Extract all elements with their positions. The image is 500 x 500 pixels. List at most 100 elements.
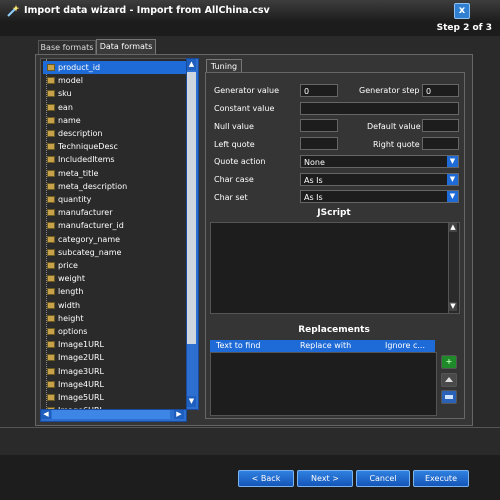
field-item[interactable]: meta_description [43,180,186,193]
field-item[interactable]: length [43,285,186,298]
tab-data-formats[interactable]: Data formats [96,39,156,54]
default-value-label: Default value [367,122,421,131]
char-case-select[interactable]: As Is [300,173,459,186]
field-item[interactable]: model [43,74,186,87]
quote-action-select[interactable]: None [300,155,459,168]
edit-icon[interactable] [441,390,457,404]
cancel-button[interactable]: Cancel [356,470,410,487]
close-button[interactable]: x [454,3,470,19]
scroll-down-arrow-icon[interactable]: ▼ [449,302,457,311]
field-icon [47,222,55,230]
field-label: Image5URL [58,393,105,402]
field-item[interactable]: manufacturer_id [43,219,186,232]
field-item[interactable]: options [43,325,186,338]
field-item[interactable]: product_id [43,61,186,74]
field-item[interactable]: Image5URL [43,391,186,404]
field-icon [47,103,55,111]
field-icon [47,156,55,164]
right-quote-field[interactable] [422,137,459,150]
chevron-down-icon[interactable]: ▼ [447,174,458,185]
field-label: sku [58,89,72,99]
generator-step-field[interactable]: 0 [422,84,459,97]
field-item[interactable]: height [43,312,186,325]
field-icon [47,394,55,401]
generator-value-field[interactable]: 0 [300,84,338,97]
field-item[interactable]: TechniqueDesc [43,140,186,153]
field-icon [47,116,55,124]
field-label: description [58,129,103,138]
field-label: manufacturer_id [58,221,124,231]
replacements-table[interactable] [210,352,437,416]
quote-action-label: Quote action [214,157,266,166]
field-icon [47,380,55,388]
next-button[interactable]: Next > [297,470,353,487]
generator-value-label: Generator value [214,86,280,95]
field-icon [47,64,55,71]
scroll-right-arrow-icon[interactable]: ▶ [174,410,184,419]
scroll-down-arrow-icon[interactable]: ▼ [187,396,196,407]
scroll-up-arrow-icon[interactable]: ▲ [187,59,196,70]
field-label: Image3URL [58,366,105,376]
field-icon [47,328,55,335]
left-quote-field[interactable] [300,137,338,150]
field-item[interactable]: meta_title [43,167,186,180]
field-label: TechniqueDesc [58,142,118,152]
vertical-scroll-thumb[interactable] [187,72,196,344]
step-indicator: Step 2 of 3 [436,23,492,33]
jscript-editor[interactable] [210,222,449,314]
column-replace-with[interactable]: Replace with [300,340,351,352]
field-item[interactable]: quantity [43,193,186,206]
scroll-up-arrow-icon[interactable]: ▲ [449,223,457,232]
horizontal-scroll-thumb[interactable] [52,410,170,419]
field-item[interactable]: Image1URL [43,338,186,351]
field-label: ean [58,102,73,112]
field-item[interactable]: sku [43,87,186,100]
tab-base-formats[interactable]: Base formats [38,40,96,54]
tab-tuning[interactable]: Tuning [206,59,242,73]
eraser-icon[interactable] [441,373,457,387]
field-item[interactable]: weight [43,272,186,285]
chevron-down-icon[interactable]: ▼ [447,191,458,202]
field-item[interactable]: subcateg_name [43,246,186,259]
field-item[interactable]: Image3URL [43,365,186,378]
field-label: weight [58,274,85,284]
wand-icon [7,5,20,17]
field-item[interactable]: manufacturer [43,206,186,219]
null-value-field[interactable] [300,119,338,132]
field-icon [47,314,55,322]
column-text-to-find[interactable]: Text to find [216,340,260,352]
field-label: category_name [58,234,121,244]
jscript-heading: JScript [317,208,351,218]
field-item[interactable]: IncludedItems [43,153,186,166]
generator-step-label: Generator step [359,86,420,95]
default-value-field[interactable] [422,119,459,132]
back-button[interactable]: < Back [238,470,294,487]
jscript-scrollbar[interactable] [448,222,460,314]
field-label: IncludedItems [58,155,115,165]
scroll-left-arrow-icon[interactable]: ◀ [41,410,51,419]
field-label: meta_title [58,168,99,178]
null-value-label: Null value [214,122,254,131]
field-label: quantity [58,195,92,204]
field-item[interactable]: name [43,114,186,127]
field-item[interactable]: price [43,259,186,272]
header-band [0,22,500,36]
chevron-down-icon[interactable]: ▼ [447,156,458,167]
field-item[interactable]: ean [43,101,186,114]
field-item[interactable]: width [43,299,186,312]
execute-button[interactable]: Execute [413,470,469,487]
constant-value-field[interactable] [300,102,459,115]
field-icon [47,182,55,190]
field-item[interactable]: Image4URL [43,378,186,391]
field-item[interactable]: description [43,127,186,140]
field-icon [47,209,55,217]
char-set-select[interactable]: As Is [300,190,459,203]
column-ignore-case[interactable]: Ignore c... [385,340,425,352]
add-icon[interactable]: + [441,355,457,369]
field-item[interactable]: Image2URL [43,351,186,364]
field-item[interactable]: category_name [43,233,186,246]
field-icon [47,235,55,243]
separator [0,427,500,428]
field-icon [47,341,55,349]
field-list[interactable]: product_id model sku ean name description Tech… [40,58,187,410]
